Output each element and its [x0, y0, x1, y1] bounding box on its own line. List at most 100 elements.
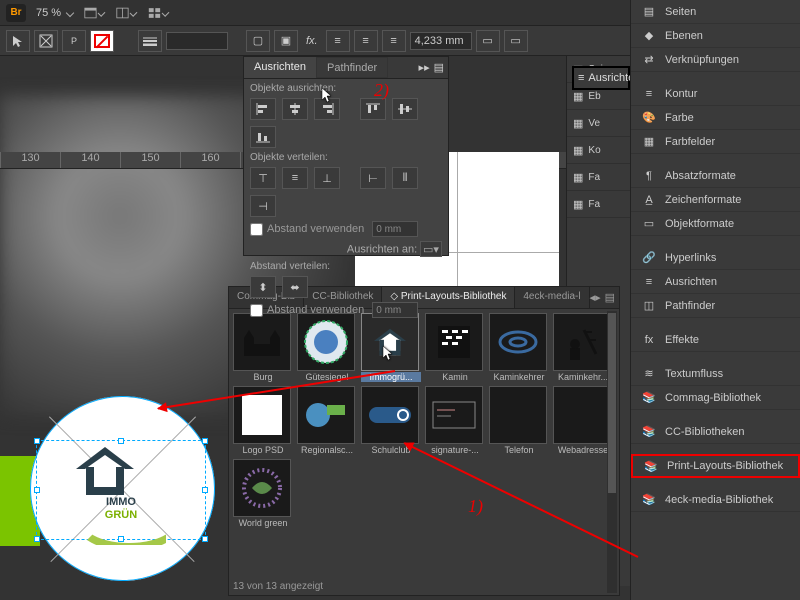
library-status: 13 von 13 angezeigt: [233, 581, 323, 592]
panel-item-absatzformate[interactable]: ¶Absatzformate: [631, 164, 800, 188]
library-thumbnail: [553, 313, 611, 371]
collapsed-panel-item[interactable]: ▦Ve: [567, 110, 630, 137]
dist-space-v-icon[interactable]: ⬍: [250, 276, 276, 298]
library-item[interactable]: Logo PSD: [233, 386, 293, 455]
dist-top-icon[interactable]: ⊤: [250, 167, 276, 189]
lib-icon: 📚: [641, 391, 657, 404]
library-thumbnail: [297, 386, 355, 444]
panel-collapse-icon[interactable]: ▸▸: [419, 61, 430, 74]
lib-icon: 📚: [643, 460, 659, 473]
library-scrollbar[interactable]: [607, 311, 617, 593]
selection-frame[interactable]: IMMOGRÜN: [36, 440, 206, 540]
view-options-icon[interactable]: [83, 2, 105, 24]
spacing-field-1[interactable]: 0 mm: [372, 221, 418, 237]
library-item[interactable]: Kaminkehrer: [489, 313, 549, 382]
arrange-docs-icon[interactable]: [147, 2, 169, 24]
dist-space-h-icon[interactable]: ⬌: [282, 276, 308, 298]
collapsed-panel-item[interactable]: ▦Fa: [567, 191, 630, 218]
library-item[interactable]: Telefon: [489, 386, 549, 455]
library-item[interactable]: Kaminkehr...: [553, 313, 613, 382]
panel-item-verkn-pfungen[interactable]: ⇄Verknüpfungen: [631, 48, 800, 72]
align-vcenter-icon[interactable]: [392, 98, 418, 120]
anchor-1-icon[interactable]: ▭: [476, 30, 500, 52]
panel-menu-icon[interactable]: ▤: [434, 61, 444, 74]
align-to-dropdown[interactable]: ▭▾: [420, 241, 442, 257]
cursor-icon: [383, 346, 395, 362]
annotation-1: 1): [468, 496, 483, 517]
panel-item-pathfinder[interactable]: ◫Pathfinder: [631, 294, 800, 318]
panel-item-farbe[interactable]: 🎨Farbe: [631, 106, 800, 130]
align-top-icon[interactable]: [360, 98, 386, 120]
panel-item-ebenen[interactable]: ◆Ebenen: [631, 24, 800, 48]
panel-item-kontur[interactable]: ≡Kontur: [631, 82, 800, 106]
container-icon[interactable]: [34, 30, 58, 52]
para-align-1-icon[interactable]: ≡: [326, 30, 350, 52]
corner-options-icon[interactable]: ▢: [246, 30, 270, 52]
selection-tool-icon[interactable]: [6, 30, 30, 52]
align-objects-label: Objekte ausrichten:: [250, 83, 442, 94]
use-spacing-checkbox[interactable]: [250, 223, 263, 236]
dist-left-icon[interactable]: ⊢: [360, 167, 386, 189]
panel-item-effekte[interactable]: fxEffekte: [631, 328, 800, 352]
lib-icon: 📚: [641, 425, 657, 438]
panel-item-textumfluss[interactable]: ≋Textumfluss: [631, 362, 800, 386]
zoom-level[interactable]: 75 %: [36, 7, 73, 19]
screen-mode-icon[interactable]: [115, 2, 137, 24]
panel-item-commag-bibliothek[interactable]: 📚Commag-Bibliothek: [631, 386, 800, 410]
spacing-field-2[interactable]: 0 mm: [372, 302, 418, 318]
panel-item-seiten[interactable]: ▤Seiten: [631, 0, 800, 24]
panel-item-cc-bibliotheken[interactable]: 📚CC-Bibliotheken: [631, 420, 800, 444]
panel-item-farbfelder[interactable]: ▦Farbfelder: [631, 130, 800, 154]
library-thumbnail: [489, 313, 547, 371]
page-tool-icon[interactable]: P: [62, 30, 86, 52]
panel-menu-icon[interactable]: ▤: [605, 291, 615, 304]
collapsed-panel-item[interactable]: ▦Fa: [567, 164, 630, 191]
library-item[interactable]: World green: [233, 459, 293, 528]
library-item[interactable]: Kamin: [425, 313, 485, 382]
measure-field[interactable]: 4,233 mm: [410, 32, 472, 50]
library-item[interactable]: Gütesiegel: [297, 313, 357, 382]
panel-item--eck-media-bibliothek[interactable]: 📚4eck-media-Bibliothek: [631, 488, 800, 512]
panel-item-zeichenformate[interactable]: A̲Zeichenformate: [631, 188, 800, 212]
tab-ausrichten[interactable]: Ausrichten: [244, 57, 316, 78]
distribute-objects-label: Objekte verteilen:: [250, 152, 442, 163]
library-thumbnail: [425, 386, 483, 444]
align-left-icon[interactable]: [250, 98, 276, 120]
dist-vcenter-icon[interactable]: ≡: [282, 167, 308, 189]
dist-bottom-icon[interactable]: ⊥: [314, 167, 340, 189]
effects-icon[interactable]: fx.: [306, 35, 318, 47]
library-item[interactable]: signature-...: [425, 386, 485, 455]
stroke-weight-icon[interactable]: [138, 30, 162, 52]
dist-hcenter-icon[interactable]: ⫴: [392, 167, 418, 189]
dist-right-icon[interactable]: ⊣: [250, 195, 276, 217]
para-align-3-icon[interactable]: ≡: [382, 30, 406, 52]
library-tab[interactable]: 4eck-media-l: [515, 287, 589, 308]
library-item[interactable]: Webadresse: [553, 386, 613, 455]
ausrichten-dock-button[interactable]: ≡ Ausrichten: [572, 66, 630, 90]
align-hcenter-icon[interactable]: [282, 98, 308, 120]
stroke-style[interactable]: [166, 32, 228, 50]
wrap-icon: ≋: [641, 367, 657, 380]
panel-item-print-layouts-bibliothek[interactable]: 📚Print-Layouts-Bibliothek: [631, 454, 800, 478]
use-spacing-checkbox-2[interactable]: [250, 304, 263, 317]
transform-icon[interactable]: ▣: [274, 30, 298, 52]
panel-item-ausrichten[interactable]: ≡Ausrichten: [631, 270, 800, 294]
panel-collapse-icon[interactable]: ◂▸: [590, 291, 601, 304]
placed-logo[interactable]: [76, 447, 134, 495]
panel-item-objektformate[interactable]: ▭Objektformate: [631, 212, 800, 236]
fill-swatch[interactable]: ​: [90, 30, 114, 52]
bridge-icon[interactable]: Br: [6, 4, 26, 22]
para-align-2-icon[interactable]: ≡: [354, 30, 378, 52]
swatch-icon: ▦: [641, 135, 657, 148]
panel-item-hyperlinks[interactable]: 🔗Hyperlinks: [631, 246, 800, 270]
library-thumbnail: [361, 386, 419, 444]
collapsed-panel-item[interactable]: ▦Ko: [567, 137, 630, 164]
align-bottom-icon[interactable]: [250, 126, 276, 148]
para-icon: ¶: [641, 170, 657, 182]
anchor-2-icon[interactable]: ▭: [504, 30, 528, 52]
library-item[interactable]: Regionalsc...: [297, 386, 357, 455]
library-item[interactable]: Burg: [233, 313, 293, 382]
library-panel: Commag-BibCC-Bibliothek◇ Print-Layouts-B…: [228, 286, 620, 596]
align-panel: Ausrichten Pathfinder ▸▸ ▤ Objekte ausric…: [243, 56, 449, 256]
tab-pathfinder[interactable]: Pathfinder: [316, 57, 388, 78]
